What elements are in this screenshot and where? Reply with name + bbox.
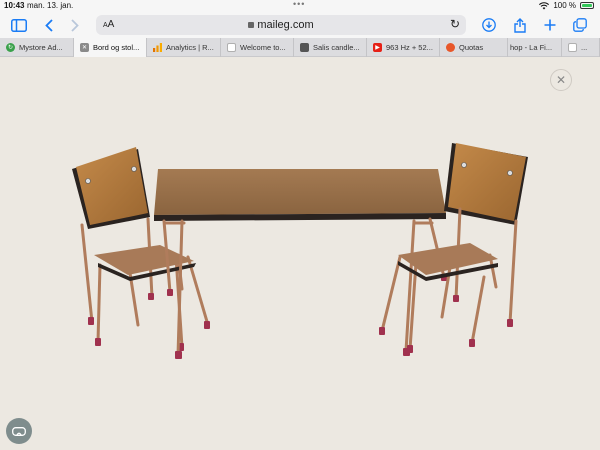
reload-icon[interactable]: ↻ [450, 17, 460, 31]
tab-label: Salis candle... [313, 43, 360, 52]
tab-label: Mystore Ad... [19, 43, 63, 52]
share-icon[interactable] [511, 16, 529, 34]
ar-view-button[interactable] [6, 418, 32, 444]
wifi-icon [539, 1, 550, 10]
tab-bord-og-stol[interactable]: ✕ Bord og stol... [74, 38, 147, 57]
page-icon [227, 43, 236, 52]
table-and-two-chairs-image [72, 143, 528, 359]
tab-label: hop - La Fi... [510, 43, 553, 52]
tab-label: Welcome to... [240, 43, 286, 52]
battery-icon [580, 2, 594, 9]
tab-shop[interactable]: hop - La Fi... [508, 38, 562, 57]
tab-salis[interactable]: Salis candle... [294, 38, 367, 57]
tab-bar: ↻ Mystore Ad... ✕ Bord og stol... Analytic… [0, 38, 600, 57]
forward-icon[interactable] [66, 16, 84, 34]
status-bar: 10:43 man. 13. jan. ••• 100 % [0, 0, 600, 12]
lock-icon [248, 22, 255, 28]
multitasking-dots-icon[interactable]: ••• [293, 0, 305, 9]
sidebar-icon[interactable] [10, 16, 28, 34]
new-tab-icon[interactable] [541, 16, 559, 34]
tab-label: Quotas [459, 43, 484, 52]
quotas-icon [446, 43, 455, 52]
analytics-icon [153, 43, 162, 52]
tab-analytics[interactable]: Analytics | R... [147, 38, 221, 57]
download-icon[interactable] [480, 16, 498, 34]
battery-percent: 100 % [553, 1, 576, 10]
ar-glasses-icon [12, 426, 26, 436]
tab-welcome[interactable]: Welcome to... [221, 38, 294, 57]
close-icon[interactable]: ✕ [550, 69, 572, 91]
tab-963hz[interactable]: ▶ 963 Hz + 52... [367, 38, 440, 57]
status-indicators: 100 % [539, 1, 594, 10]
tab-label: 963 Hz + 52... [386, 43, 433, 52]
page-icon [568, 43, 577, 52]
tab-label: Analytics | R... [166, 43, 214, 52]
tabs-overview-icon[interactable] [571, 16, 589, 34]
tab-more[interactable]: ... [562, 38, 600, 57]
status-date: man. 13. jan. [27, 1, 74, 10]
tab-mystore[interactable]: ↻ Mystore Ad... [0, 38, 74, 57]
youtube-icon: ▶ [373, 43, 382, 52]
tab-quotas[interactable]: Quotas [440, 38, 508, 57]
browser-toolbar: AA maileg.com ↻ [0, 12, 600, 38]
status-time: 10:43 [4, 1, 25, 10]
image-icon [300, 43, 309, 52]
tab-label: Bord og stol... [93, 43, 140, 52]
close-icon[interactable]: ✕ [80, 43, 89, 52]
green-refresh-icon: ↻ [6, 43, 15, 52]
page-content: ✕ [0, 57, 600, 450]
url-text: maileg.com [257, 19, 314, 31]
back-icon[interactable] [40, 16, 58, 34]
tab-label: ... [581, 43, 588, 52]
address-bar[interactable]: AA maileg.com ↻ [96, 15, 466, 35]
